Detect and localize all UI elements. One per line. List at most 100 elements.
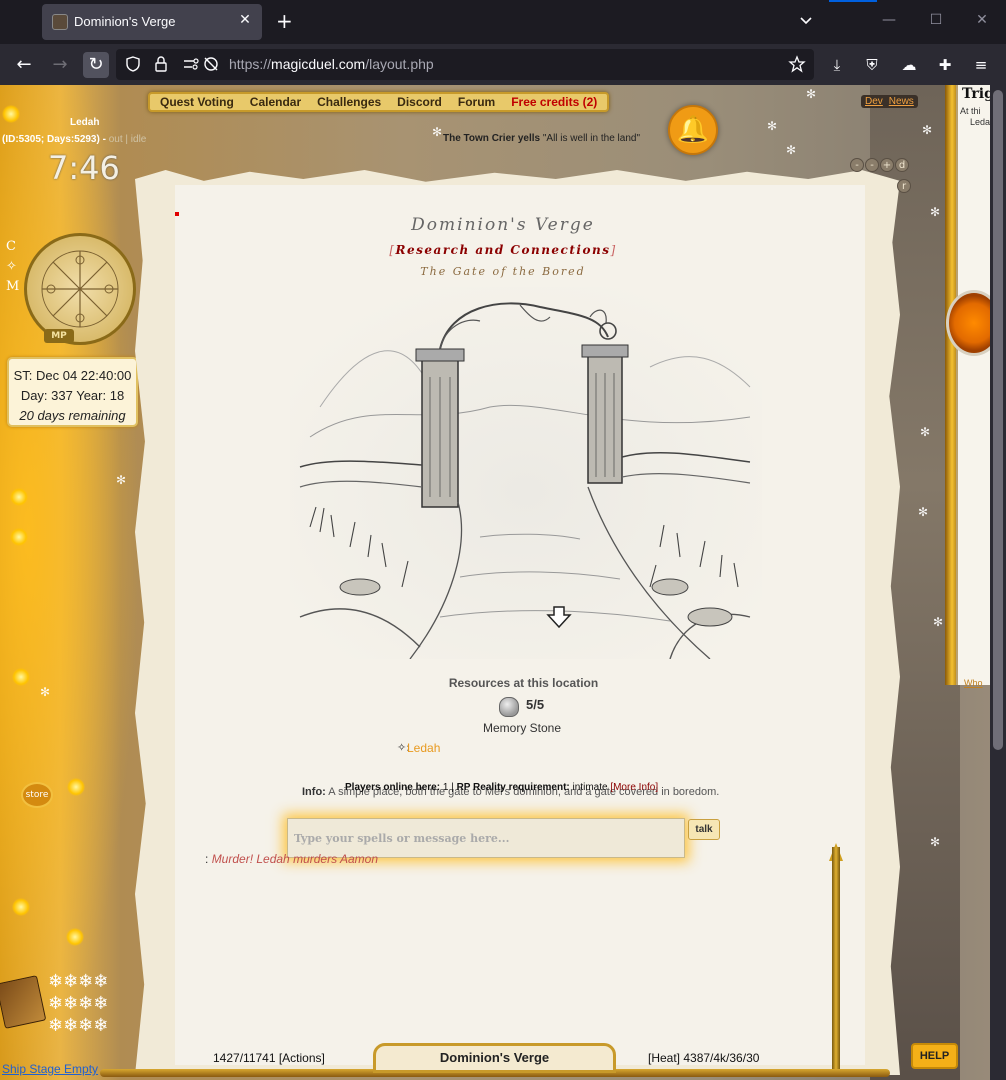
- snowflake-icon: ✻: [933, 615, 944, 629]
- close-tab-icon[interactable]: ✕: [236, 12, 254, 28]
- menu-icon[interactable]: ≡: [969, 53, 993, 77]
- lock-icon[interactable]: [152, 55, 170, 73]
- d-button[interactable]: d: [895, 158, 909, 172]
- extension-cloud-icon[interactable]: ☁: [897, 53, 921, 77]
- snowflake-icon: ✻: [918, 505, 929, 519]
- back-icon[interactable]: ←: [11, 52, 37, 78]
- tracking-off-icon[interactable]: [202, 55, 220, 73]
- menu-calendar[interactable]: Calendar: [250, 95, 301, 109]
- whos-online-link[interactable]: Who: [964, 678, 983, 688]
- chat-message-text: Murder! Ledah murders Aamon: [211, 852, 378, 866]
- character-name[interactable]: Ledah: [70, 117, 99, 128]
- tab-title: Dominion's Verge: [74, 14, 176, 29]
- shrink-button[interactable]: -: [865, 158, 879, 172]
- location-title: Dominion's Verge: [411, 215, 595, 235]
- maximize-icon[interactable]: ☐: [926, 12, 946, 28]
- chat-prefix: :: [205, 852, 209, 866]
- glow-orb: [67, 778, 85, 796]
- crier-label: The Town Crier yells: [443, 133, 541, 144]
- nav-bar: ← → ↻ https://magicduel.com/layout.php ⤓…: [0, 44, 1006, 85]
- more-info-link[interactable]: [More Info]: [610, 782, 658, 793]
- day-year: Day: 337 Year: 18: [20, 388, 125, 403]
- extensions-icon[interactable]: ✚: [933, 53, 957, 77]
- info-label: Info:: [302, 786, 326, 798]
- expand-button[interactable]: +: [880, 158, 894, 172]
- m-letter[interactable]: M: [6, 277, 19, 297]
- actions-counter: 1427/11741 [Actions]: [213, 1051, 325, 1065]
- url-host: magicduel.com: [271, 56, 366, 72]
- shield-icon[interactable]: [124, 55, 142, 73]
- chevron-down-icon[interactable]: [798, 12, 814, 28]
- trigger-line-2: Leda: [970, 117, 991, 127]
- mp-label: MP: [44, 329, 74, 343]
- move-forward-arrow-icon[interactable]: [546, 605, 572, 629]
- separator: |: [451, 782, 454, 793]
- window-mini-buttons: - - + d: [850, 158, 909, 172]
- scroll-thumb[interactable]: [993, 90, 1003, 750]
- forward-icon[interactable]: →: [47, 52, 73, 78]
- separator: |: [125, 134, 129, 145]
- menu-discord[interactable]: Discord: [397, 95, 442, 109]
- footer-links[interactable]: Ship Stage Empty: [2, 1062, 98, 1076]
- character-id: (ID:5305; Days:5293) -: [2, 134, 106, 145]
- site-favicon-icon: [52, 14, 68, 30]
- players-online-label: Players online here:: [345, 782, 441, 793]
- url-scheme: https://: [229, 56, 272, 72]
- idle-link[interactable]: idle: [131, 134, 147, 145]
- r-button[interactable]: r: [897, 179, 911, 193]
- player-ledah-link[interactable]: Ledah: [407, 741, 440, 755]
- trigger-line-1: At thi: [960, 106, 981, 116]
- chat-message: : Murder! Ledah murders Aamon: [205, 852, 378, 866]
- snowflake-icon: ✻: [930, 835, 941, 849]
- glow-orb: [12, 898, 30, 916]
- resource-name: Memory Stone: [483, 721, 562, 735]
- snowflake-icon: ✻: [806, 87, 817, 101]
- menu-free-credits[interactable]: Free credits (2): [511, 95, 597, 109]
- download-icon[interactable]: ⤓: [825, 53, 849, 77]
- memory-stone-icon[interactable]: [499, 697, 519, 717]
- snowflake-icon: ✻: [432, 125, 443, 139]
- town-crier: The Town Crier yells "All is well in the…: [443, 133, 640, 144]
- game-page: ✻ ✻ ✻ ✻ ✻ ✻ ✻ ✻ ✻ ✻ ✻ ✻ Quest Voting Cal…: [0, 85, 1006, 1080]
- bookmark-star-icon[interactable]: [788, 55, 806, 73]
- snowflake-icon: ✻: [786, 143, 797, 157]
- help-button[interactable]: HELP: [911, 1043, 958, 1069]
- menu-quest-voting[interactable]: Quest Voting: [160, 95, 234, 109]
- server-time-box: ST: Dec 04 22:40:00 Day: 337 Year: 18 20…: [7, 357, 138, 427]
- close-window-icon[interactable]: ✕: [972, 12, 992, 28]
- top-menu: Quest Voting Calendar Challenges Discord…: [148, 92, 610, 112]
- trigger-panel-text: At thi Leda: [960, 106, 990, 128]
- snowflake-icon: ✻: [767, 119, 778, 133]
- store-button[interactable]: store: [21, 782, 53, 808]
- dev-news-links: Dev News: [861, 95, 918, 108]
- minimize-icon[interactable]: —: [879, 12, 899, 28]
- staff-scroll[interactable]: [832, 847, 840, 1072]
- menu-forum[interactable]: Forum: [458, 95, 495, 109]
- talk-button[interactable]: talk: [688, 819, 720, 840]
- notification-bell-icon[interactable]: 🔔: [668, 105, 718, 155]
- dev-link[interactable]: Dev: [865, 96, 883, 107]
- url-path: /layout.php: [365, 56, 434, 72]
- bracket-close: ]: [610, 243, 617, 257]
- menu-challenges[interactable]: Challenges: [317, 95, 381, 109]
- server-time: ST: Dec 04 22:40:00: [13, 368, 132, 383]
- ublock-icon[interactable]: ⛨: [860, 53, 884, 77]
- news-link[interactable]: News: [889, 96, 914, 107]
- gate-scene-image[interactable]: [290, 287, 762, 659]
- url-bar[interactable]: https://magicduel.com/layout.php: [116, 49, 814, 80]
- resource-count: 5/5: [526, 697, 545, 712]
- snowflake-icon: ✻: [922, 123, 933, 137]
- location-subtitle[interactable]: Research and Connections: [396, 243, 611, 257]
- snowflake-icon: ✻: [920, 425, 931, 439]
- glow-orb: [10, 528, 28, 546]
- logout-link[interactable]: out: [109, 134, 123, 145]
- resources-heading: Resources at this location: [448, 676, 599, 690]
- location-tab[interactable]: Dominion's Verge: [373, 1043, 616, 1073]
- location-area: The Gate of the Bored: [420, 265, 586, 278]
- new-tab-icon[interactable]: +: [276, 10, 293, 32]
- reload-icon[interactable]: ↻: [83, 52, 109, 78]
- permissions-icon[interactable]: [182, 55, 200, 73]
- game-clock: 7:46: [48, 149, 120, 187]
- browser-tab[interactable]: Dominion's Verge ✕: [42, 4, 262, 40]
- collapse-button[interactable]: -: [850, 158, 864, 172]
